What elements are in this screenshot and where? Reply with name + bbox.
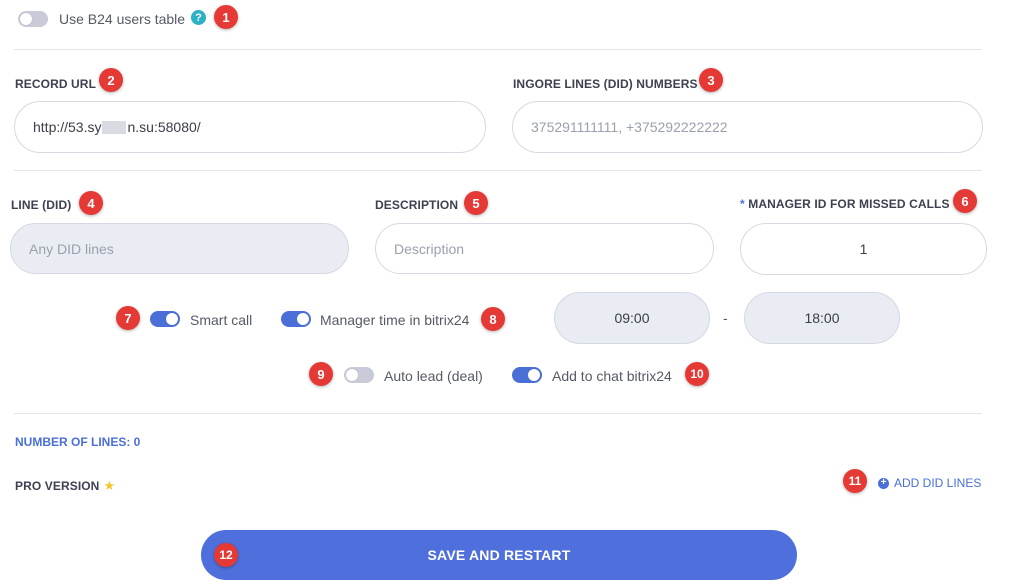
manager-id-input[interactable]: 1 xyxy=(740,223,987,275)
add-did-lines-link[interactable]: + ADD DID LINES xyxy=(878,476,981,490)
manager-time-toggle[interactable] xyxy=(281,311,311,327)
add-to-chat-toggle[interactable] xyxy=(512,367,542,383)
toggle-knob xyxy=(20,13,32,25)
marker-9: 9 xyxy=(309,362,333,386)
add-did-lines-label: ADD DID LINES xyxy=(894,476,982,490)
add-to-chat-label: Add to chat bitrix24 xyxy=(552,368,672,384)
description-input[interactable]: Description xyxy=(375,223,714,274)
redacted-blur xyxy=(102,120,127,134)
smart-call-toggle[interactable] xyxy=(150,311,180,327)
time-start-input[interactable]: 09:00 xyxy=(554,292,710,344)
time-separator: - xyxy=(723,310,728,326)
manager-id-label-text: MANAGER ID FOR MISSED CALLS xyxy=(748,197,950,211)
plus-circle-icon: + xyxy=(878,477,889,489)
save-and-restart-button[interactable]: SAVE AND RESTART xyxy=(201,530,797,580)
record-url-value-suffix: n.su:58080/ xyxy=(127,119,201,135)
use-b24-users-toggle[interactable] xyxy=(18,11,48,27)
number-of-lines: NUMBER OF LINES: 0 xyxy=(15,435,141,449)
record-url-input[interactable]: http://53.sy n.su:58080/ xyxy=(14,101,486,153)
pro-version-label: PRO VERSION ★ xyxy=(15,478,115,494)
toggle-knob xyxy=(166,313,178,325)
auto-lead-toggle[interactable] xyxy=(344,367,374,383)
marker-7: 7 xyxy=(116,306,140,330)
divider xyxy=(14,413,982,414)
toggle-knob xyxy=(346,369,358,381)
description-label: DESCRIPTION xyxy=(375,198,459,212)
time-end-input[interactable]: 18:00 xyxy=(744,292,900,344)
toggle-knob xyxy=(297,313,309,325)
marker-6: 6 xyxy=(953,189,977,213)
smart-call-label: Smart call xyxy=(190,312,253,328)
marker-2: 2 xyxy=(99,68,123,92)
line-did-label: LINE (DID) xyxy=(11,198,72,212)
divider xyxy=(14,49,982,50)
marker-8: 8 xyxy=(481,307,505,331)
toggle-knob xyxy=(528,369,540,381)
required-mark: * xyxy=(740,197,745,211)
manager-time-label: Manager time in bitrix24 xyxy=(320,312,470,328)
record-url-label: RECORD URL xyxy=(15,77,96,91)
star-icon: ★ xyxy=(103,478,116,493)
marker-12: 12 xyxy=(214,543,238,567)
marker-10: 10 xyxy=(685,362,709,386)
help-icon[interactable]: ? xyxy=(191,10,206,25)
marker-4: 4 xyxy=(79,191,103,215)
line-did-select[interactable]: Any DID lines xyxy=(10,223,349,274)
marker-5: 5 xyxy=(464,191,488,215)
record-url-value-prefix: http://53.sy xyxy=(33,119,102,135)
marker-3: 3 xyxy=(699,68,723,92)
ignore-lines-input[interactable]: 375291111111, +375292222222 xyxy=(512,101,983,153)
divider xyxy=(14,170,982,171)
marker-1: 1 xyxy=(214,5,238,29)
manager-id-label: * MANAGER ID FOR MISSED CALLS xyxy=(740,197,950,211)
marker-11: 11 xyxy=(843,469,867,493)
use-b24-users-label: Use B24 users table xyxy=(59,11,186,27)
auto-lead-label: Auto lead (deal) xyxy=(384,368,483,384)
pro-version-text: PRO VERSION xyxy=(15,479,100,493)
ignore-lines-label: INGORE LINES (DID) NUMBERS xyxy=(513,77,698,91)
